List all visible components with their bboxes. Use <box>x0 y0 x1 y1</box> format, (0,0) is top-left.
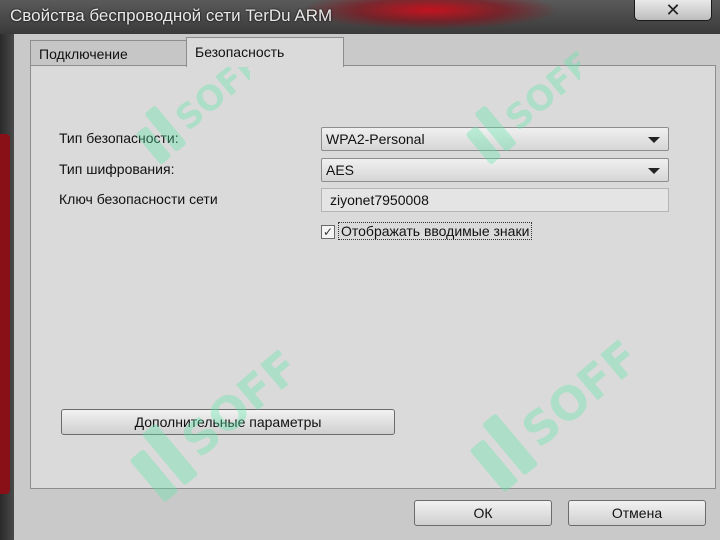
security-type-label: Тип безопасности: <box>59 130 179 146</box>
network-key-label: Ключ безопасности сети <box>59 191 218 207</box>
chevron-down-icon <box>648 137 660 143</box>
tab-security[interactable]: Безопасность <box>186 37 344 67</box>
chevron-down-icon <box>648 168 660 174</box>
frame-accent <box>0 134 10 494</box>
close-button[interactable]: ✕ <box>634 0 712 21</box>
encryption-type-label: Тип шифрования: <box>59 161 175 177</box>
title-bar: Свойства беспроводной сети TerDu ARM ✕ <box>0 0 720 34</box>
security-type-value: WPA2-Personal <box>326 131 425 147</box>
security-panel: Тип безопасности: WPA2-Personal Тип шифр… <box>30 65 716 489</box>
show-characters-checkbox[interactable]: ✓ <box>321 225 335 239</box>
tab-connection[interactable]: Подключение <box>30 40 188 66</box>
security-type-select[interactable]: WPA2-Personal <box>321 127 669 151</box>
encryption-type-select[interactable]: AES <box>321 158 669 182</box>
show-characters-label: Отображать вводимые знаки <box>337 222 533 240</box>
cancel-button[interactable]: Отмена <box>568 500 706 526</box>
encryption-type-value: AES <box>326 162 355 178</box>
title-bar-glow <box>300 0 560 30</box>
window-title: Свойства беспроводной сети TerDu ARM <box>10 6 333 25</box>
close-icon: ✕ <box>665 0 681 20</box>
dialog-client: Подключение Безопасность Тип безопасност… <box>14 34 720 540</box>
network-key-field[interactable]: ziyonet7950008 <box>321 188 669 212</box>
window-frame-left <box>0 34 14 540</box>
advanced-settings-button[interactable]: Дополнительные параметры <box>61 409 395 435</box>
checkmark-icon: ✓ <box>322 225 334 239</box>
ok-button[interactable]: ОК <box>414 500 552 526</box>
